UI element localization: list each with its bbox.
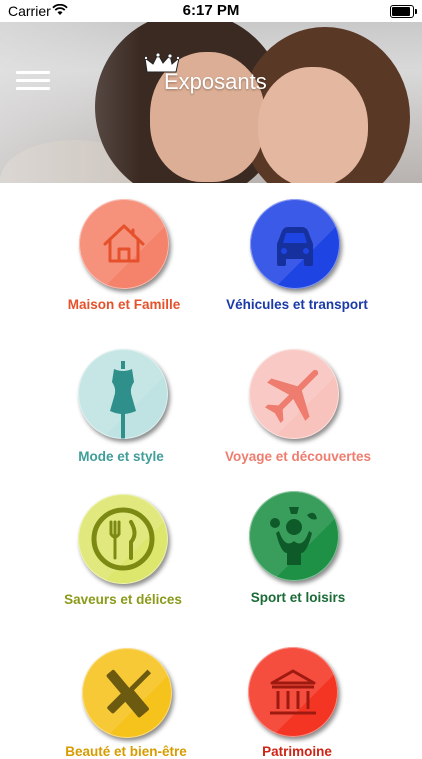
category-circle <box>79 199 169 289</box>
category-label: Beauté et bien-être <box>65 744 187 759</box>
status-bar: Carrier 6:17 PM <box>0 0 422 22</box>
category-circle <box>82 648 172 738</box>
category-maison-famille[interactable]: Maison et Famille <box>24 199 224 319</box>
category-circle <box>249 349 339 439</box>
category-voyage-decouvertes[interactable]: Voyage et découvertes <box>198 349 398 469</box>
category-circle <box>78 494 168 584</box>
category-patrimoine[interactable]: Patrimoine <box>197 647 397 759</box>
category-saveurs-delices[interactable]: Saveurs et délices <box>23 494 223 614</box>
battery-icon <box>390 5 417 18</box>
clock: 6:17 PM <box>182 2 240 19</box>
category-label: Voyage et découvertes <box>224 449 372 464</box>
hamburger-menu-icon[interactable] <box>16 71 50 91</box>
category-sport-loisirs[interactable]: Sport et loisirs <box>198 491 398 611</box>
category-circle <box>78 349 168 439</box>
category-beaute[interactable]: Beauté et bien-être <box>26 648 226 759</box>
category-label: Saveurs et délices <box>64 592 182 607</box>
category-label: Maison et Famille <box>67 297 181 312</box>
category-mode-style[interactable]: Mode et style <box>21 349 221 469</box>
category-circle <box>249 491 339 581</box>
header-banner: Exposants <box>0 22 422 183</box>
category-label: Mode et style <box>78 449 164 464</box>
category-label: Véhicules et transport <box>226 297 368 312</box>
category-label: Patrimoine <box>262 744 332 759</box>
page-title: Exposants <box>164 69 267 94</box>
category-label: Sport et loisirs <box>250 590 346 605</box>
category-vehicules-transport[interactable]: Véhicules et transport <box>197 199 397 319</box>
category-circle <box>248 647 338 737</box>
category-circle <box>250 199 340 289</box>
